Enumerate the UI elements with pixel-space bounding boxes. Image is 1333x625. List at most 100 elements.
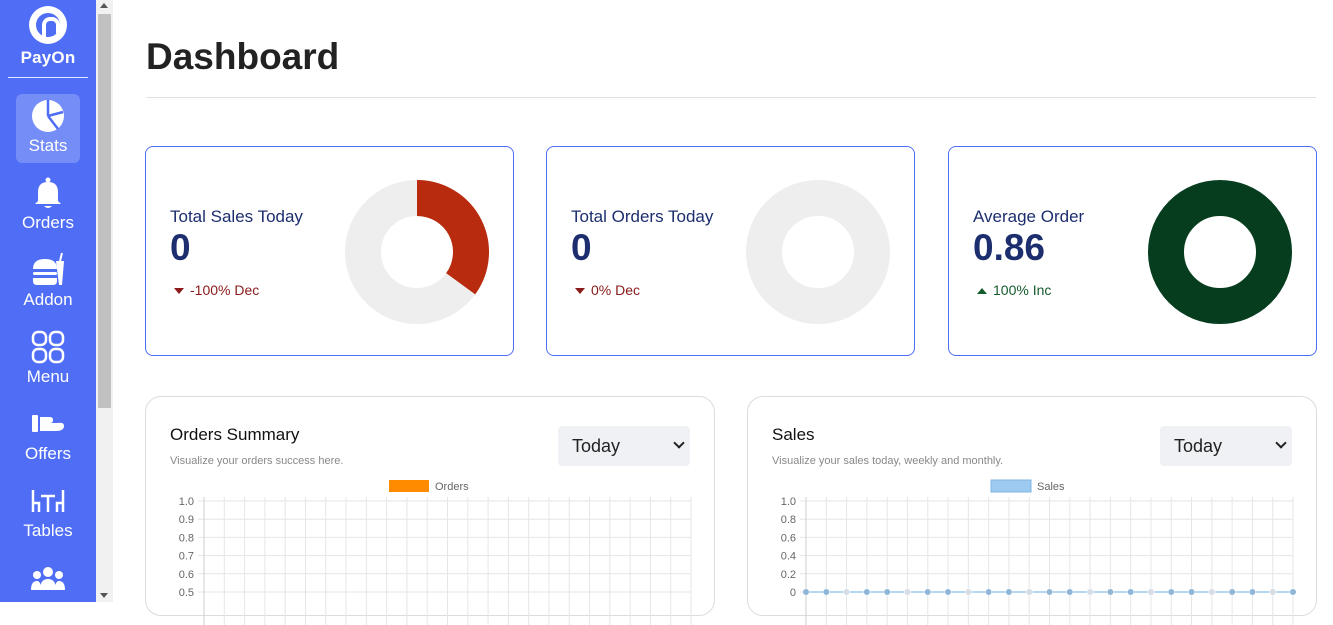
data-point bbox=[1228, 588, 1236, 596]
caret-down-icon bbox=[575, 288, 585, 295]
panel-title: Sales bbox=[772, 425, 815, 444]
users-icon bbox=[16, 556, 80, 596]
legend-swatch bbox=[389, 480, 429, 492]
data-point bbox=[843, 588, 851, 596]
y-tick-label: 0.2 bbox=[781, 569, 796, 581]
data-point bbox=[863, 588, 871, 596]
stat-trend: 0% Dec bbox=[575, 282, 640, 298]
y-tick-label: 0.4 bbox=[781, 551, 796, 563]
orders-chart: Orders 1.0 0.9 0.8 0.7 0.6 0.5 bbox=[179, 480, 692, 625]
data-point bbox=[1005, 588, 1013, 596]
y-tick-label: 0.6 bbox=[781, 532, 796, 544]
y-tick-label: 0.6 bbox=[179, 569, 194, 581]
data-point bbox=[1188, 588, 1195, 596]
y-tick-label: 0.5 bbox=[179, 587, 194, 599]
sidebar-item-label: Tables bbox=[23, 521, 73, 540]
sidebar-item-stats[interactable]: Stats bbox=[16, 94, 80, 163]
data-point bbox=[1147, 588, 1155, 596]
donut-slice bbox=[1148, 180, 1292, 324]
hand-offer-icon bbox=[16, 402, 80, 442]
donut-slice bbox=[416, 180, 489, 295]
stat-value: 0.86 bbox=[973, 227, 1046, 268]
data-point bbox=[964, 588, 972, 596]
panel-title: Orders Summary bbox=[170, 425, 300, 444]
donut-chart bbox=[345, 180, 489, 324]
data-point bbox=[924, 588, 932, 596]
data-point bbox=[1046, 588, 1053, 596]
caret-up-icon bbox=[977, 288, 987, 295]
stat-trend: 100% Inc bbox=[977, 282, 1051, 298]
data-point bbox=[1066, 588, 1074, 596]
y-tick-label: 0.8 bbox=[781, 514, 796, 526]
scroll-up-arrow-icon[interactable] bbox=[100, 3, 108, 8]
caret-down-icon bbox=[174, 288, 184, 295]
y-tick-label: 1.0 bbox=[781, 496, 796, 508]
divider bbox=[146, 97, 1316, 98]
stat-label: Total Orders Today bbox=[571, 207, 714, 226]
page-title: Dashboard bbox=[146, 36, 340, 77]
data-point bbox=[1289, 588, 1297, 596]
stat-label: Total Sales Today bbox=[170, 207, 303, 226]
stat-trend-text: 100% Inc bbox=[993, 282, 1052, 298]
y-tick-label: 0 bbox=[790, 587, 796, 599]
y-tick-label: 0.8 bbox=[179, 532, 194, 544]
panel-subtitle: Visualize your orders success here. bbox=[170, 455, 344, 467]
period-select[interactable]: Today bbox=[1160, 426, 1292, 466]
bell-icon bbox=[16, 171, 80, 211]
data-point bbox=[1106, 588, 1114, 596]
stat-card-total-sales: Total Sales Today 0 -100% Dec bbox=[145, 146, 514, 356]
data-point bbox=[985, 588, 993, 596]
sidebar-item-tables[interactable]: Tables bbox=[16, 479, 80, 548]
stat-card-total-orders: Total Orders Today 0 0% Dec bbox=[546, 146, 915, 356]
stat-card-average-order: Average Order 0.86 100% Inc bbox=[948, 146, 1317, 356]
period-select[interactable]: Today bbox=[558, 426, 690, 466]
data-point bbox=[883, 588, 891, 596]
sidebar-item-offers[interactable]: Offers bbox=[16, 402, 80, 471]
stat-value: 0 bbox=[170, 227, 191, 268]
donut-chart bbox=[1148, 180, 1292, 324]
donut-track bbox=[746, 180, 890, 324]
legend-swatch bbox=[990, 479, 1032, 493]
data-point bbox=[904, 588, 911, 596]
scrollbar-thumb[interactable] bbox=[98, 14, 111, 408]
stat-trend-text: -100% Dec bbox=[190, 282, 260, 298]
sidebar-scrollbar[interactable] bbox=[96, 0, 113, 602]
sidebar-item-label: Menu bbox=[26, 367, 70, 386]
data-point bbox=[1167, 588, 1175, 596]
sidebar-item-label: Offers bbox=[25, 444, 71, 463]
sidebar-item-orders[interactable]: Orders bbox=[16, 171, 80, 240]
stat-trend: -100% Dec bbox=[174, 282, 259, 298]
y-tick-label: 1.0 bbox=[179, 496, 194, 508]
sidebar: PayOn Stats Orders Addon Menu Offers Tab… bbox=[0, 0, 96, 602]
burger-drink-icon bbox=[16, 248, 80, 288]
donut-chart bbox=[746, 180, 890, 324]
sales-chart: Sales 1.0 0.8 0.6 0.4 0.2 0 bbox=[781, 479, 1297, 625]
orders-summary-panel: Orders Summary Visualize your orders suc… bbox=[145, 396, 715, 625]
panel-subtitle: Visualize your sales today, weekly and m… bbox=[772, 455, 1004, 467]
sidebar-item-label: Addon bbox=[23, 290, 73, 309]
sales-panel: Sales Visualize your sales today, weekly… bbox=[747, 396, 1317, 625]
table-chairs-icon bbox=[16, 479, 80, 519]
stat-trend-text: 0% Dec bbox=[591, 282, 641, 298]
sidebar-item-label: Orders bbox=[22, 213, 74, 232]
sidebar-item-menu[interactable]: Menu bbox=[16, 325, 80, 394]
data-point bbox=[1086, 588, 1094, 596]
pie-chart-icon bbox=[16, 94, 80, 134]
data-point bbox=[1127, 588, 1135, 596]
sidebar-item-label: Stats bbox=[28, 136, 68, 155]
brand-name: PayOn bbox=[20, 48, 76, 67]
legend-label: Sales bbox=[1037, 481, 1065, 493]
sidebar-item-users[interactable] bbox=[16, 556, 80, 625]
data-point bbox=[1025, 588, 1033, 596]
data-point bbox=[1248, 588, 1256, 596]
y-tick-label: 0.7 bbox=[179, 551, 194, 563]
sidebar-item-addon[interactable]: Addon bbox=[16, 248, 80, 317]
grid-icon bbox=[16, 325, 80, 365]
data-point bbox=[802, 588, 810, 596]
stat-value: 0 bbox=[571, 227, 592, 268]
data-point bbox=[1269, 588, 1277, 596]
scroll-down-arrow-icon[interactable] bbox=[100, 593, 108, 598]
payon-logo-icon bbox=[29, 6, 67, 44]
brand[interactable]: PayOn bbox=[8, 6, 88, 78]
data-point bbox=[1208, 588, 1216, 596]
